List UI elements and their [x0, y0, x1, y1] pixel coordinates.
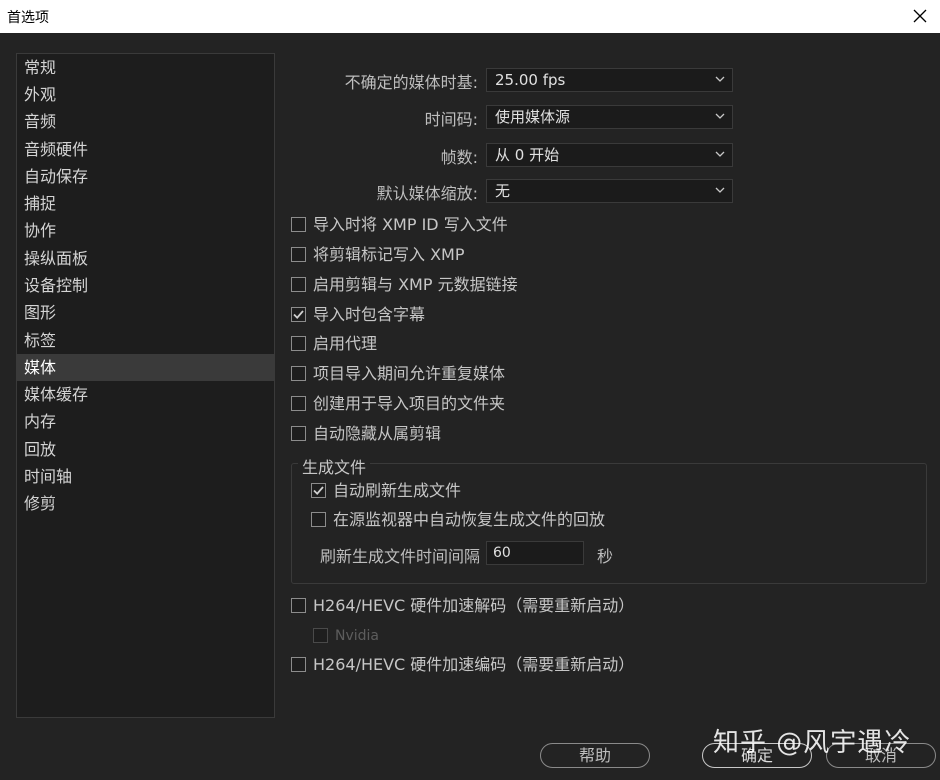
default-scaling-dropdown[interactable]: 无: [486, 179, 733, 203]
help-button[interactable]: 帮助: [540, 743, 650, 768]
default-scaling-value: 无: [495, 182, 511, 200]
checkbox-box[interactable]: [291, 336, 306, 351]
window-title: 首选项: [7, 10, 49, 26]
refresh-interval-label: 刷新生成文件时间间隔: [319, 547, 480, 566]
timebase-value: 25.00 fps: [495, 71, 566, 89]
chevron-down-icon: [715, 113, 725, 119]
checkbox-box[interactable]: [311, 483, 326, 498]
checkbox-label: H264/HEVC 硬件加速解码（需要重新启动）: [313, 596, 635, 615]
checkbox-label: 导入时将 XMP ID 写入文件: [313, 215, 508, 234]
checkbox-box[interactable]: [291, 396, 306, 411]
sidebar-item-media[interactable]: 媒体: [17, 354, 274, 381]
watermark: 知乎 @风宇遇冷: [713, 728, 912, 758]
sidebar-item-graphics[interactable]: 图形: [17, 299, 274, 326]
chevron-down-icon: [715, 76, 725, 82]
checkbox-box[interactable]: [291, 217, 306, 232]
sidebar-item-general[interactable]: 常规: [17, 54, 274, 81]
chevron-down-icon: [715, 187, 725, 193]
checkbox-box[interactable]: [291, 598, 306, 613]
sidebar-item-playback[interactable]: 回放: [17, 436, 274, 463]
checkbox-label: Nvidia: [335, 628, 380, 644]
checkbox-label: 启用剪辑与 XMP 元数据链接: [313, 275, 518, 294]
timecode-dropdown[interactable]: 使用媒体源: [486, 105, 733, 129]
sidebar-item-timeline[interactable]: 时间轴: [17, 463, 274, 490]
sidebar-item-memory[interactable]: 内存: [17, 408, 274, 435]
frame-count-label: 帧数:: [440, 148, 478, 167]
timebase-dropdown[interactable]: 25.00 fps: [486, 68, 733, 92]
preferences-category-list[interactable]: 常规 外观 音频 音频硬件 自动保存 捕捉 协作 操纵面板 设备控制 图形 标签…: [16, 53, 275, 718]
checkmark-icon: [313, 486, 324, 496]
sidebar-item-capture[interactable]: 捕捉: [17, 190, 274, 217]
timecode-value: 使用媒体源: [495, 108, 571, 126]
sidebar-item-media-cache[interactable]: 媒体缓存: [17, 381, 274, 408]
growing-files-title: 生成文件: [298, 454, 371, 478]
checkmark-icon: [293, 310, 304, 320]
sidebar-item-collaboration[interactable]: 协作: [17, 217, 274, 244]
sidebar-item-labels[interactable]: 标签: [17, 327, 274, 354]
sidebar-item-trim[interactable]: 修剪: [17, 490, 274, 517]
checkbox-box[interactable]: [291, 426, 306, 441]
checkbox-label: 将剪辑标记写入 XMP: [313, 245, 465, 264]
checkbox-box[interactable]: [311, 512, 326, 527]
default-scaling-label: 默认媒体缩放:: [376, 184, 478, 203]
refresh-interval-unit: 秒: [597, 547, 614, 566]
checkbox-box[interactable]: [291, 657, 306, 672]
sidebar-item-auto-save[interactable]: 自动保存: [17, 163, 274, 190]
checkbox-label: H264/HEVC 硬件加速编码（需要重新启动）: [313, 655, 635, 674]
timebase-label: 不确定的媒体时基:: [344, 73, 478, 92]
checkbox-label: 自动刷新生成文件: [333, 481, 462, 500]
checkbox-box[interactable]: [291, 366, 306, 381]
frame-count-dropdown[interactable]: 从 0 开始: [486, 143, 733, 167]
checkbox-box[interactable]: [291, 247, 306, 262]
title-bar: 首选项: [0, 0, 940, 33]
sidebar-item-audio[interactable]: 音频: [17, 108, 274, 135]
checkbox-box: [313, 628, 328, 643]
refresh-interval-input[interactable]: 60: [486, 541, 584, 565]
sidebar-item-audio-hardware[interactable]: 音频硬件: [17, 136, 274, 163]
checkbox-box[interactable]: [291, 307, 306, 322]
chevron-down-icon: [715, 151, 725, 157]
sidebar-item-appearance[interactable]: 外观: [17, 81, 274, 108]
close-button[interactable]: [900, 0, 940, 33]
sidebar-item-control-surface[interactable]: 操纵面板: [17, 245, 274, 272]
checkbox-label: 创建用于导入项目的文件夹: [313, 394, 506, 413]
checkbox-label: 自动隐藏从属剪辑: [313, 424, 442, 443]
checkbox-box[interactable]: [291, 277, 306, 292]
sidebar-item-device-control[interactable]: 设备控制: [17, 272, 274, 299]
timecode-label: 时间码:: [424, 110, 478, 129]
checkbox-label: 在源监视器中自动恢复生成文件的回放: [333, 510, 606, 529]
close-icon: [913, 9, 927, 23]
checkbox-label: 项目导入期间允许重复媒体: [313, 364, 506, 383]
checkbox-label: 导入时包含字幕: [313, 305, 426, 324]
frame-count-value: 从 0 开始: [495, 146, 560, 164]
checkbox-label: 启用代理: [313, 334, 378, 353]
